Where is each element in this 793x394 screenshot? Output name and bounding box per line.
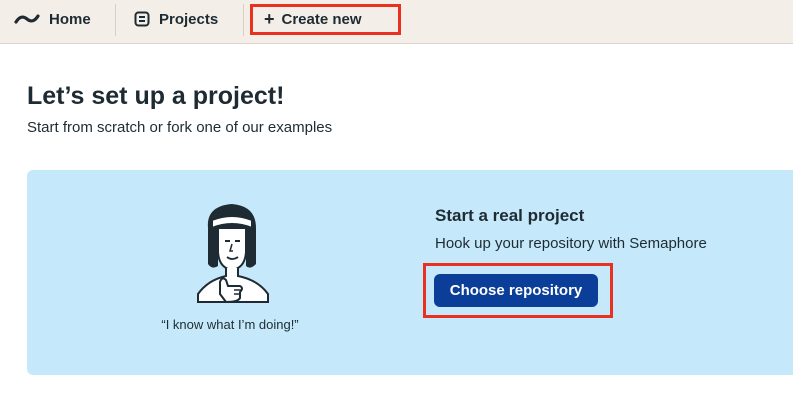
highlight-box-create-new: [250, 4, 401, 35]
nav-divider: [115, 4, 116, 36]
illustration-quote: “I know what I’m doing!”: [161, 317, 299, 332]
highlight-box-choose-repository: [423, 263, 613, 318]
projects-icon: [134, 11, 150, 27]
nav-projects-label: Projects: [159, 10, 219, 28]
person-illustration: [197, 204, 269, 304]
option-title: Start a real project: [435, 206, 585, 225]
nav-home-label: Home: [49, 10, 91, 28]
nav-home[interactable]: Home: [14, 0, 91, 38]
option-description: Hook up your repository with Semaphore: [435, 235, 707, 252]
semaphore-logo-icon: [14, 11, 40, 27]
page-title: Let’s set up a project!: [27, 82, 285, 110]
nav-projects[interactable]: Projects: [134, 0, 218, 38]
real-project-card: [27, 170, 793, 375]
nav-divider: [243, 4, 244, 36]
page-subtitle: Start from scratch or fork one of our ex…: [27, 119, 333, 136]
